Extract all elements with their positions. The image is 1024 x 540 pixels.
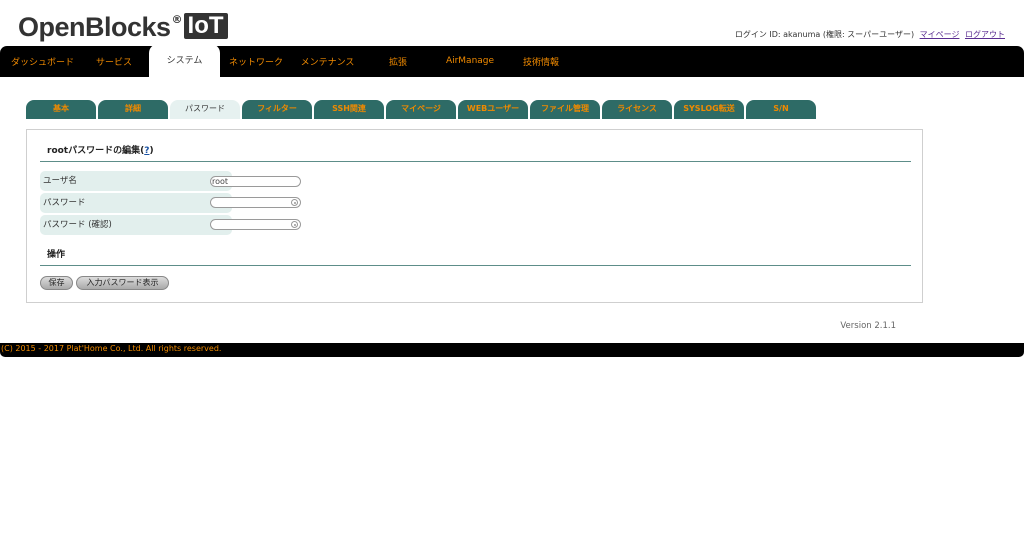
password-label: パスワード [40, 193, 232, 213]
password-field[interactable] [210, 197, 301, 208]
nav-airmanage[interactable]: AirManage [438, 46, 502, 77]
tab-password[interactable]: パスワード [170, 100, 240, 119]
show-password-button[interactable]: 入力パスワード表示 [76, 276, 169, 290]
nav-system[interactable]: システム [149, 44, 220, 77]
section-operations: 操作 [40, 247, 911, 266]
nav-extension[interactable]: 拡張 [371, 46, 425, 77]
logout-link[interactable]: ログアウト [965, 30, 1005, 39]
help-paren-close: ) [149, 146, 154, 156]
tab-detail[interactable]: 詳細 [98, 100, 168, 119]
logo-text: OpenBlocks [18, 12, 171, 42]
tab-license[interactable]: ライセンス [602, 100, 672, 119]
username-label: ユーザ名 [40, 171, 232, 191]
user-info: ログイン ID: akanuma (権限: スーパーユーザー) マイページ ログ… [735, 29, 1005, 40]
password-panel: rootパスワードの編集(?) ユーザ名 root パスワード パスワード (確… [26, 129, 923, 303]
password-confirm-field[interactable] [210, 219, 301, 230]
reveal-password-icon[interactable] [291, 199, 298, 206]
openblocks-logo: OpenBlocks ® IoT [18, 12, 228, 42]
tab-syslog-forward[interactable]: SYSLOG転送 [674, 100, 744, 119]
tab-web-user[interactable]: WEBユーザー [458, 100, 528, 119]
tab-serial-number[interactable]: S/N [746, 100, 816, 119]
username-value: root [212, 177, 229, 186]
save-button[interactable]: 保存 [40, 276, 73, 290]
nav-technical-info[interactable]: 技術情報 [511, 46, 571, 77]
tab-filter[interactable]: フィルター [242, 100, 312, 119]
tab-basic[interactable]: 基本 [26, 100, 96, 119]
login-id-text: ログイン ID: akanuma (権限: スーパーユーザー) [734, 30, 915, 39]
footer-copyright: (C) 2015 - 2017 Plat'Home Co., Ltd. All … [0, 343, 1024, 357]
version-text: Version 2.1.1 [840, 321, 896, 331]
header: OpenBlocks ® IoT ログイン ID: akanuma (権限: ス… [0, 0, 1024, 46]
tab-ssh[interactable]: SSH関連 [314, 100, 384, 119]
nav-dashboard[interactable]: ダッシュボード [5, 46, 80, 77]
mypage-link[interactable]: マイページ [920, 30, 960, 39]
logo-iot-badge: IoT [183, 13, 228, 39]
logo-registered-mark: ® [171, 13, 183, 26]
password-confirm-label: パスワード (確認) [40, 215, 232, 235]
username-field[interactable]: root [210, 176, 301, 187]
tab-file-management[interactable]: ファイル管理 [530, 100, 600, 119]
reveal-password-confirm-icon[interactable] [291, 221, 298, 228]
nav-maintenance[interactable]: メンテナンス [294, 46, 361, 77]
section-title: rootパスワードの編集 [47, 146, 141, 156]
operations-title: 操作 [47, 250, 66, 260]
tab-mypage[interactable]: マイページ [386, 100, 456, 119]
section-root-password: rootパスワードの編集(?) [40, 143, 911, 162]
nav-network[interactable]: ネットワーク [222, 46, 290, 77]
main-nav: ダッシュボード サービス システム ネットワーク メンテナンス 拡張 AirMa… [0, 44, 1024, 77]
nav-service[interactable]: サービス [84, 46, 144, 77]
